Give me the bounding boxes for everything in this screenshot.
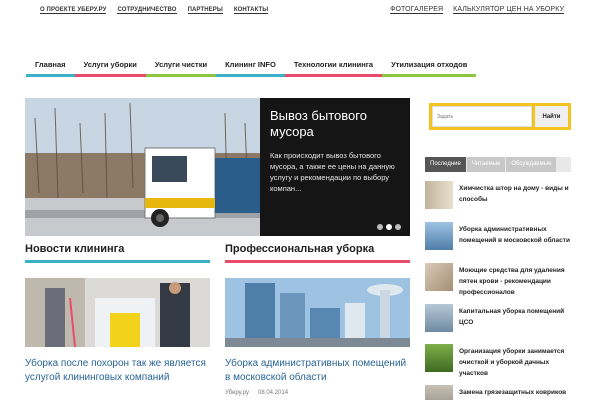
slide-text: Как происходит вывоз бытового мусора, а … (270, 151, 395, 193)
tab-popular[interactable]: Читаемые (466, 157, 506, 172)
tab-discussed[interactable]: Обсуждаемые (506, 157, 557, 172)
news-section-bar (25, 260, 210, 263)
nav-item-label: Услуги чистки (154, 60, 208, 69)
nav-item-label: Услуги уборки (83, 60, 137, 69)
news-card-image[interactable] (25, 278, 210, 347)
about-link[interactable]: О ПРОЕКТЕ УБЕРУ.РУ (40, 7, 107, 14)
nav-item-bar (216, 74, 285, 77)
main-nav: Главная Услуги уборки Услуги чистки Клин… (26, 60, 477, 77)
nav-item-label: Утилизация отходов (391, 60, 468, 69)
slide-caption[interactable]: Вывоз бытового мусора Как происходит выв… (260, 98, 410, 236)
pro-section-title[interactable]: Профессиональная уборка (225, 243, 374, 255)
post-thumbnail[interactable] (425, 222, 453, 250)
building-photo (225, 278, 410, 347)
partners-link[interactable]: ПАРТНЕРЫ (187, 7, 223, 14)
nav-item-waste-disposal[interactable]: Утилизация отходов (382, 60, 477, 77)
post-thumbnail[interactable] (425, 181, 453, 209)
sidebar-post-item[interactable]: Организация уборки занимается очисткой и… (425, 344, 575, 377)
nav-item-bar (284, 74, 383, 77)
post-title[interactable]: Моющие средства для удаления пятен крови… (459, 265, 574, 298)
tab-latest[interactable]: Последние (425, 157, 466, 172)
post-thumbnail[interactable] (425, 385, 453, 400)
sidebar-post-item[interactable]: Замена грязезащитных ковриков (425, 385, 575, 400)
nav-item-cleaning-info[interactable]: Клининг INFO (216, 60, 285, 77)
post-title[interactable]: Химчистка штор на дому - виды и способы (459, 183, 574, 205)
sidebar-tabs: Последние Читаемые Обсуждаемые (425, 157, 571, 172)
nav-item-bar (26, 74, 75, 77)
pro-card-author[interactable]: Уберу.ру (225, 390, 249, 396)
cleaning-photo (25, 278, 210, 347)
post-title[interactable]: Капитальная уборка помещений ЦСО (459, 306, 574, 328)
nav-item-dry-cleaning[interactable]: Услуги чистки (145, 60, 217, 77)
truck-photo (25, 98, 260, 236)
nav-item-home[interactable]: Главная (26, 60, 75, 77)
nav-item-cleaning-services[interactable]: Услуги уборки (74, 60, 146, 77)
post-title[interactable]: Замена грязезащитных ковриков (459, 387, 574, 398)
gallery-link[interactable]: ФОТОГАЛЕРЕЯ (390, 6, 444, 14)
featured-slider[interactable]: Вывоз бытового мусора Как происходит выв… (25, 98, 410, 236)
nav-item-label: Технологии клининга (293, 60, 374, 69)
post-title[interactable]: Уборка административных помещений в моск… (459, 224, 574, 246)
slide-title[interactable]: Вывоз бытового мусора (270, 108, 400, 140)
slider-dot[interactable] (395, 224, 401, 230)
slider-dot[interactable] (377, 224, 383, 230)
search-box: Найти (429, 103, 571, 130)
top-right-links: ФОТОГАЛЕРЕЯ КАЛЬКУЛЯТОР ЦЕН НА УБОРКУ (390, 6, 564, 14)
slider-dots (377, 224, 401, 230)
post-thumbnail[interactable] (425, 304, 453, 332)
search-button[interactable]: Найти (535, 106, 568, 127)
contacts-link[interactable]: КОНТАКТЫ (233, 7, 269, 14)
slide-image[interactable] (25, 98, 260, 236)
news-section-title[interactable]: Новости клининга (25, 243, 124, 255)
nav-item-technologies[interactable]: Технологии клининга (284, 60, 383, 77)
sidebar-post-item[interactable]: Уборка административных помещений в моск… (425, 222, 575, 252)
nav-item-label: Главная (35, 60, 66, 69)
search-input[interactable] (432, 106, 532, 127)
sidebar-post-item[interactable]: Моющие средства для удаления пятен крови… (425, 263, 575, 296)
top-bar: О ПРОЕКТЕ УБЕРУ.РУ СОТРУДНИЧЕСТВО ПАРТНЕ… (0, 0, 600, 22)
post-thumbnail[interactable] (425, 344, 453, 372)
slider-dot-active[interactable] (386, 224, 392, 230)
pro-section-bar (225, 260, 410, 263)
pro-card-title[interactable]: Уборка административных помещений в моск… (225, 357, 410, 385)
pro-card-date: 08.04.2014 (258, 390, 289, 396)
sidebar-post-item[interactable]: Капитальная уборка помещений ЦСО (425, 304, 575, 334)
sidebar-post-item[interactable]: Химчистка штор на дому - виды и способы (425, 181, 575, 211)
pro-card-image[interactable] (225, 278, 410, 347)
calculator-link[interactable]: КАЛЬКУЛЯТОР ЦЕН НА УБОРКУ (453, 6, 564, 14)
nav-item-bar (74, 74, 146, 77)
nav-item-bar (145, 74, 217, 77)
nav-item-label: Клининг INFO (225, 60, 276, 69)
news-card-title[interactable]: Уборка после похорон так же является усл… (25, 357, 210, 385)
nav-item-bar (382, 74, 477, 77)
cooperation-link[interactable]: СОТРУДНИЧЕСТВО (117, 7, 177, 14)
post-thumbnail[interactable] (425, 263, 453, 291)
post-title[interactable]: Организация уборки занимается очисткой и… (459, 346, 574, 379)
top-links: О ПРОЕКТЕ УБЕРУ.РУ СОТРУДНИЧЕСТВО ПАРТНЕ… (40, 7, 269, 14)
